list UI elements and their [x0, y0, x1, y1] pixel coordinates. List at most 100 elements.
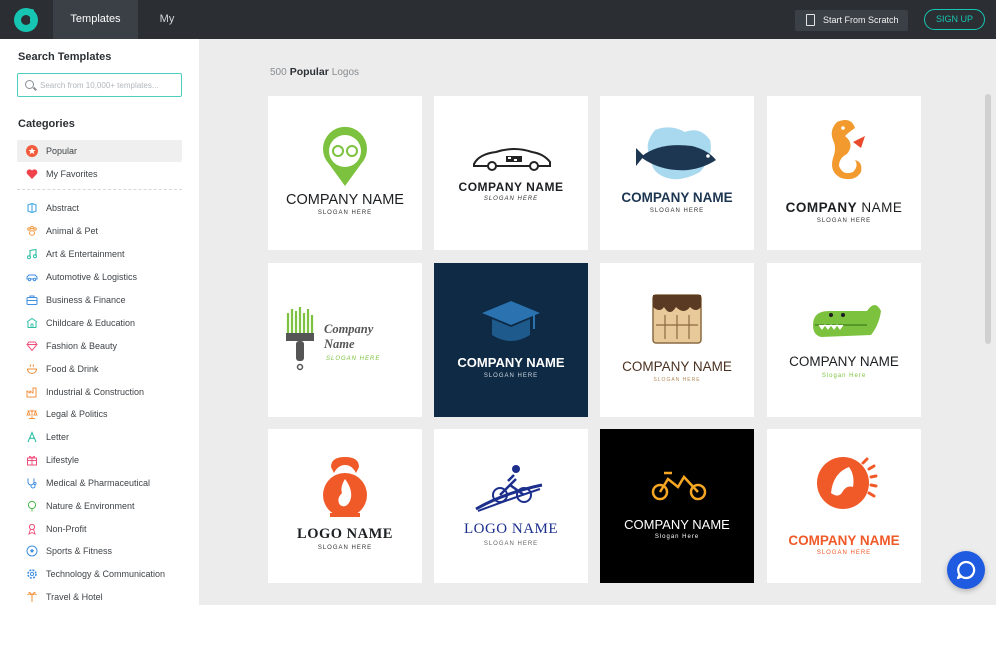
category-legal-politics[interactable]: Legal & Politics — [17, 403, 182, 425]
abstract-icon — [27, 202, 37, 214]
results-filter-label: Popular — [289, 66, 329, 78]
slogan-text: SLOGAN HERE — [317, 210, 373, 216]
logo-card-paint-brush[interactable]: Company Name SLOGAN HERE — [268, 263, 422, 417]
logo-card-owl-pin[interactable]: COMPANY NAME SLOGAN HERE — [268, 96, 422, 250]
logo-card-waffle[interactable]: COMPANY NAME SLOGAN HERE — [600, 263, 754, 417]
company-name-text: COMPANY NAME — [767, 200, 921, 215]
category-label: My Favorites — [46, 169, 98, 179]
factory-icon — [26, 387, 37, 398]
category-nature-environment[interactable]: Nature & Environment — [17, 495, 182, 517]
category-lifestyle[interactable]: Lifestyle — [17, 449, 182, 471]
company-name-light-part: NAME — [861, 200, 903, 215]
company-name-text: COMPANY NAME — [624, 517, 730, 532]
category-sports-fitness[interactable]: Sports & Fitness — [17, 540, 182, 562]
results-noun: Logos — [331, 67, 360, 78]
company-name-text: COMPANY NAME — [458, 180, 564, 194]
logo-card-cyclist[interactable]: LOGO NAME SLOGAN HERE — [434, 429, 588, 583]
graduation-cap-icon — [482, 301, 540, 341]
tab-my-logos[interactable]: My Logos — [132, 0, 202, 64]
company-name-text: COMPANY NAME — [457, 355, 565, 370]
briefcase-icon — [26, 295, 38, 305]
category-letter[interactable]: Letter — [17, 426, 182, 448]
logo-card-tuna[interactable]: COMPANY NAME SLOGAN HERE — [600, 96, 754, 250]
slogan-text: SLOGAN HERE — [816, 550, 872, 556]
start-from-scratch-label: Start From Scratch — [823, 15, 899, 25]
category-label: Lifestyle — [46, 455, 80, 465]
sign-up-button[interactable]: SIGN UP — [924, 9, 985, 30]
app-logo[interactable] — [14, 8, 38, 32]
company-name-bold-part: COMPANY — [785, 200, 858, 215]
document-icon — [806, 14, 815, 26]
category-food-drink[interactable]: Food & Drink — [17, 358, 182, 380]
logo-card-seahorse[interactable]: COMPANY NAME SLOGAN HERE — [767, 96, 921, 250]
category-automotive-logistics[interactable]: Automotive & Logistics — [17, 266, 182, 288]
car-icon — [26, 274, 38, 282]
category-travel-hotel[interactable]: Travel & Hotel — [17, 586, 182, 605]
diamond-icon — [26, 341, 38, 352]
search-input[interactable] — [40, 77, 178, 93]
scrollbar[interactable] — [985, 94, 991, 344]
company-name-text: Company Name — [324, 322, 422, 352]
category-label: Abstract — [46, 203, 80, 213]
category-fashion-beauty[interactable]: Fashion & Beauty — [17, 335, 182, 357]
category-my-favorites[interactable]: My Favorites — [17, 163, 182, 185]
category-medical-pharmaceutical[interactable]: Medical & Pharmaceutical — [17, 472, 182, 494]
category-childcare-education[interactable]: Childcare & Education — [17, 312, 182, 334]
category-label: Business & Finance — [46, 295, 126, 305]
horse-head-icon — [817, 457, 878, 509]
tree-icon — [27, 500, 37, 512]
chat-button[interactable] — [947, 551, 985, 589]
logo-card-taxi[interactable]: COMPANY NAME SLOGAN HERE — [434, 96, 588, 250]
top-bar: Templates My Logos Start From Scratch SI… — [0, 0, 996, 64]
gear-icon — [27, 569, 37, 579]
slogan-text: Slogan Here — [654, 534, 700, 540]
tab-templates[interactable]: Templates — [53, 0, 138, 39]
company-name-line1: Company — [324, 322, 374, 336]
category-label: Animal & Pet — [46, 226, 99, 236]
ball-icon — [26, 545, 38, 557]
company-name-text: COMPANY NAME — [286, 192, 404, 208]
category-animal-pet[interactable]: Animal & Pet — [17, 220, 182, 242]
category-label: Letter — [46, 432, 70, 442]
slogan-text: SLOGAN HERE — [483, 373, 539, 379]
heart-icon — [26, 169, 38, 179]
results-count: 500 — [270, 67, 287, 78]
results-heading: 500 Popular Logos — [270, 66, 359, 78]
logo-card-horse[interactable]: COMPANY NAME SLOGAN HERE — [767, 429, 921, 583]
category-industrial-construction[interactable]: Industrial & Construction — [17, 381, 182, 403]
category-abstract[interactable]: Abstract — [17, 197, 182, 219]
category-technology-communication[interactable]: Technology & Communication — [17, 563, 182, 585]
category-art-entertainment[interactable]: Art & Entertainment — [17, 243, 182, 265]
category-popular[interactable]: Popular — [17, 140, 182, 162]
logo-card-crocodile[interactable]: COMPANY NAME Slogan Here — [767, 263, 921, 417]
palm-tree-icon — [27, 591, 37, 602]
categories-heading: Categories — [18, 118, 75, 130]
search-templates-heading: Search Templates — [18, 51, 112, 63]
slogan-text: SLOGAN HERE — [653, 377, 701, 383]
company-name-text: LOGO NAME — [463, 521, 559, 537]
main-content: 500 Popular Logos COMPANY NAME SLOGAN HERE — [199, 39, 996, 605]
start-from-scratch-button[interactable]: Start From Scratch — [795, 10, 908, 31]
logo-card-graduation[interactable]: COMPANY NAME SLOGAN HERE — [434, 263, 588, 417]
company-name-text: COMPANY NAME — [621, 190, 733, 205]
category-business-finance[interactable]: Business & Finance — [17, 289, 182, 311]
category-non-profit[interactable]: Non-Profit — [17, 518, 182, 540]
motorbike-icon — [651, 471, 707, 501]
logo-card-kettlebell[interactable]: LOGO NAME SLOGAN HERE — [268, 429, 422, 583]
logo-card-motorbike[interactable]: COMPANY NAME Slogan Here — [600, 429, 754, 583]
category-label: Sports & Fitness — [46, 546, 113, 556]
company-name-line2: Name — [324, 337, 355, 351]
kettlebell-flame-icon — [323, 457, 367, 517]
seahorse-icon — [831, 120, 865, 180]
category-label: Art & Entertainment — [46, 249, 125, 259]
category-label: Legal & Politics — [46, 409, 108, 419]
ribbon-icon — [28, 523, 36, 535]
category-label: Nature & Environment — [46, 501, 135, 511]
category-label: Automotive & Logistics — [46, 272, 138, 282]
waffle-icon — [652, 294, 702, 344]
slogan-text: SLOGAN HERE — [816, 218, 872, 224]
cyclist-icon — [475, 465, 543, 512]
category-label: Non-Profit — [46, 524, 87, 534]
company-name-text: COMPANY NAME — [788, 533, 900, 548]
music-note-icon — [27, 248, 37, 260]
